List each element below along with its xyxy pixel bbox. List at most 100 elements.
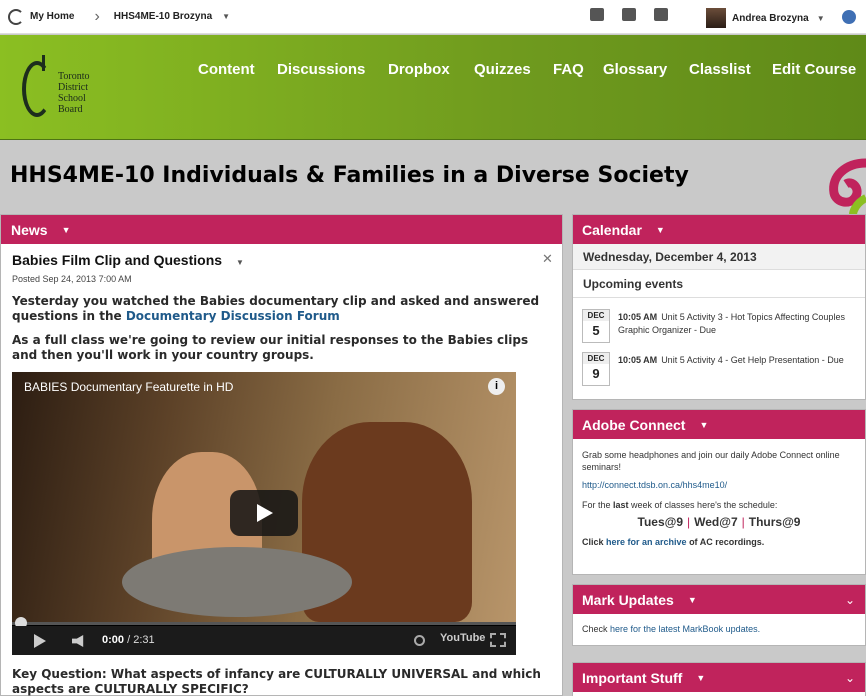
schedule-day: Thurs@9 <box>748 515 801 529</box>
schedule-intro: For the last week of classes here's the … <box>582 499 856 511</box>
d2l-logo-icon <box>8 8 24 25</box>
event-day: 9 <box>592 366 600 381</box>
key-question: Key Question: What aspects of infancy ar… <box>12 667 541 696</box>
event-time: 10:05 AM <box>618 355 658 365</box>
course-header: Toronto District School Board Content Di… <box>0 35 866 140</box>
message-alerts-icon[interactable] <box>590 8 604 21</box>
watch-later-icon[interactable] <box>414 635 425 646</box>
upcoming-events-header[interactable]: Upcoming events <box>573 270 865 298</box>
markbook-link[interactable]: here for the latest MarkBook updates. <box>610 624 760 634</box>
schedule-day: Tues@9 <box>637 515 684 529</box>
adobe-connect-panel: Adobe Connect ▼ Grab some headphones and… <box>572 409 866 575</box>
mark-updates-pre: Check <box>582 624 611 634</box>
adobe-connect-link[interactable]: http://connect.tdsb.on.ca/hhs4me10/ <box>582 480 727 490</box>
important-stuff-panel: Important Stuff ▼ ⌄ <box>572 662 866 696</box>
important-stuff-panel-title: Important Stuff <box>582 669 683 686</box>
archive-pre: Click <box>582 537 607 547</box>
mark-updates-panel-header[interactable]: Mark Updates ▼ <box>573 585 865 614</box>
news-panel-header[interactable]: News ▼ <box>1 215 562 244</box>
user-menu[interactable]: Andrea Brozyna ▼ <box>706 8 825 28</box>
notification-icons <box>590 8 668 21</box>
youtube-logo[interactable]: YouTube <box>440 632 485 644</box>
chevron-down-icon[interactable]: ▼ <box>696 673 705 683</box>
nav-discussions[interactable]: Discussions <box>277 61 365 78</box>
chevron-down-icon[interactable]: ▼ <box>699 420 708 430</box>
nav-content[interactable]: Content <box>198 61 255 78</box>
important-stuff-panel-header[interactable]: Important Stuff ▼ <box>573 663 865 692</box>
archive-line: Click here for an archive of AC recordin… <box>582 536 856 548</box>
adobe-connect-panel-title: Adobe Connect <box>582 416 686 433</box>
discussion-forum-link[interactable]: Documentary Discussion Forum <box>126 309 340 323</box>
chevron-down-icon[interactable]: ▼ <box>62 225 71 235</box>
course-selector[interactable]: HHS4ME-10 Brozyna ▼ <box>114 11 230 22</box>
update-alerts-icon[interactable] <box>622 8 636 21</box>
subscription-alerts-icon[interactable] <box>654 8 668 21</box>
event-text[interactable]: 10:05 AM Unit 5 Activity 4 - Get Help Pre… <box>618 354 858 367</box>
info-icon[interactable]: i <box>488 378 505 395</box>
nav-dropbox[interactable]: Dropbox <box>388 61 450 78</box>
calendar-event[interactable]: DEC 5 10:05 AM Unit 5 Activity 3 - Hot To… <box>582 309 862 347</box>
upcoming-events-label: Upcoming events <box>583 276 684 291</box>
user-name: Andrea Brozyna <box>732 12 809 24</box>
archive-post: of AC recordings. <box>686 537 765 547</box>
decorative-swirl-icon <box>829 158 866 218</box>
event-text[interactable]: 10:05 AM Unit 5 Activity 3 - Hot Topics A… <box>618 311 858 337</box>
calendar-panel-header[interactable]: Calendar ▼ <box>573 215 865 244</box>
video-time: 0:00 / 2:31 <box>102 634 155 646</box>
nav-faq[interactable]: FAQ <box>553 61 584 78</box>
schedule-intro-post: week of classes here's the schedule: <box>628 500 778 510</box>
play-button[interactable] <box>230 490 298 536</box>
event-month: DEC <box>583 310 609 321</box>
schedule-intro-bold: last <box>613 500 629 510</box>
schedule-intro-pre: For the <box>582 500 614 510</box>
title-band: HHS4ME-10 Individuals & Families in a Di… <box>0 141 866 213</box>
schedule-divider: | <box>741 515 745 529</box>
archive-link[interactable]: here for an archive <box>606 537 687 547</box>
nav-quizzes[interactable]: Quizzes <box>474 61 531 78</box>
volume-icon[interactable] <box>72 635 84 647</box>
course-selector-label: HHS4ME-10 Brozyna <box>113 11 213 22</box>
event-date-badge: DEC 9 <box>582 352 610 386</box>
calendar-event[interactable]: DEC 9 10:05 AM Unit 5 Activity 4 - Get He… <box>582 352 862 390</box>
fullscreen-icon[interactable] <box>490 633 506 647</box>
collapse-icon[interactable]: ⌄ <box>845 671 855 685</box>
calendar-current-date[interactable]: Wednesday, December 4, 2013 <box>573 244 865 270</box>
chevron-down-icon[interactable]: ▼ <box>236 258 244 267</box>
close-icon[interactable]: ✕ <box>542 251 553 267</box>
play-icon[interactable] <box>34 634 46 648</box>
chevron-down-icon[interactable]: ▼ <box>656 225 665 235</box>
mark-updates-panel-title: Mark Updates <box>582 591 674 608</box>
adobe-connect-body: Grab some headphones and join our daily … <box>573 439 865 558</box>
top-bar: My Home › HHS4ME-10 Brozyna ▼ Andrea Bro… <box>0 0 866 34</box>
calendar-panel: Calendar ▼ Wednesday, December 4, 2013 U… <box>572 214 866 400</box>
schedule-divider: | <box>687 515 691 529</box>
collapse-icon[interactable]: ⌄ <box>845 593 855 607</box>
page-title: HHS4ME-10 Individuals & Families in a Di… <box>10 163 689 188</box>
chevron-down-icon[interactable]: ▼ <box>688 595 697 605</box>
seminar-schedule: Tues@9 | Wed@7 | Thurs@9 <box>582 516 856 528</box>
video-title[interactable]: BABIES Documentary Featurette in HD <box>24 380 233 394</box>
mark-updates-panel: Mark Updates ▼ ⌄ Check here for the late… <box>572 584 866 646</box>
settings-icon[interactable] <box>842 10 856 24</box>
news-panel-title: News <box>11 221 48 238</box>
logo-line: Board <box>58 104 83 115</box>
event-description: Unit 5 Activity 4 - Get Help Presentatio… <box>661 355 844 365</box>
adobe-connect-panel-header[interactable]: Adobe Connect ▼ <box>573 410 865 439</box>
video-time-total: / 2:31 <box>127 634 155 646</box>
video-progress-bar[interactable] <box>12 622 516 625</box>
news-item-posted-date: Posted Sep 24, 2013 7:00 AM <box>12 274 132 284</box>
adobe-connect-intro: Grab some headphones and join our daily … <box>582 450 840 472</box>
video-time-current: 0:00 <box>102 634 125 646</box>
video-player[interactable]: BABIES Documentary Featurette in HD i 0:… <box>12 372 516 655</box>
video-controls: 0:00 / 2:31 YouTube <box>12 626 516 655</box>
nav-edit-course[interactable]: Edit Course <box>772 61 856 78</box>
news-item-title[interactable]: Babies Film Clip and Questions ▼ <box>12 252 244 268</box>
event-day: 5 <box>592 323 600 338</box>
mark-updates-body: Check here for the latest MarkBook updat… <box>573 614 865 644</box>
my-home-label: My Home <box>30 11 75 22</box>
nav-glossary[interactable]: Glossary <box>603 61 667 78</box>
nav-classlist[interactable]: Classlist <box>689 61 751 78</box>
calendar-panel-title: Calendar <box>582 221 642 238</box>
news-panel: News ▼ Babies Film Clip and Questions ▼ … <box>0 214 563 696</box>
my-home-link[interactable]: My Home <box>8 8 75 25</box>
